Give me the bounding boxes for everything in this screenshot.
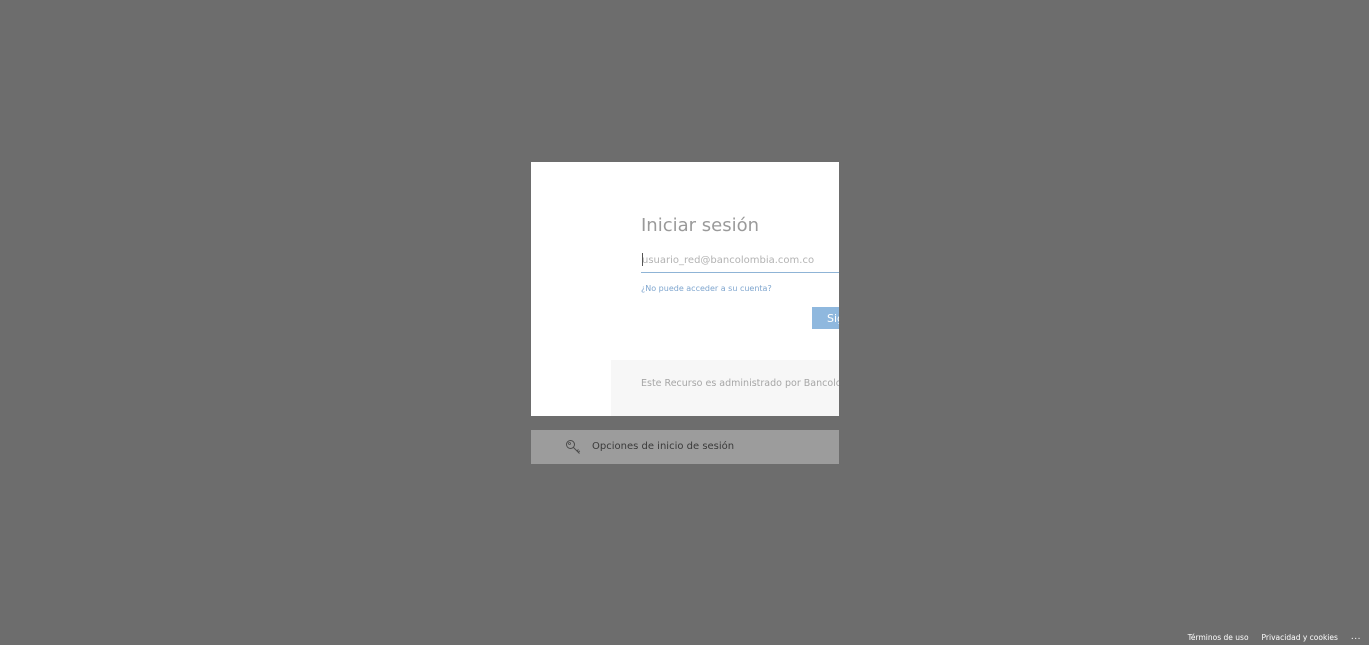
signin-card: Iniciar sesión ¿No puede acceder a su cu…	[531, 162, 839, 416]
page-title: Iniciar sesión	[641, 215, 760, 236]
page-backdrop: Iniciar sesión ¿No puede acceder a su cu…	[0, 0, 1369, 645]
admin-notice-panel: Este Recurso es administrado por Bancolo…	[611, 360, 839, 416]
cant-access-account-link[interactable]: ¿No puede acceder a su cuenta?	[641, 284, 772, 293]
more-options-icon[interactable]: ...	[1351, 633, 1361, 642]
signin-options-button[interactable]: Opciones de inicio de sesión	[531, 430, 839, 464]
page-footer: Términos de uso Privacidad y cookies ...	[1188, 633, 1361, 643]
signin-options-label: Opciones de inicio de sesión	[592, 441, 735, 452]
text-caret	[642, 253, 643, 266]
terms-link[interactable]: Términos de uso	[1188, 633, 1249, 642]
privacy-link[interactable]: Privacidad y cookies	[1262, 633, 1338, 642]
next-button[interactable]: Siguiente	[812, 307, 839, 329]
email-field[interactable]	[641, 250, 839, 273]
key-icon	[565, 439, 581, 455]
admin-notice-text: Este Recurso es administrado por Bancolo…	[641, 378, 839, 389]
